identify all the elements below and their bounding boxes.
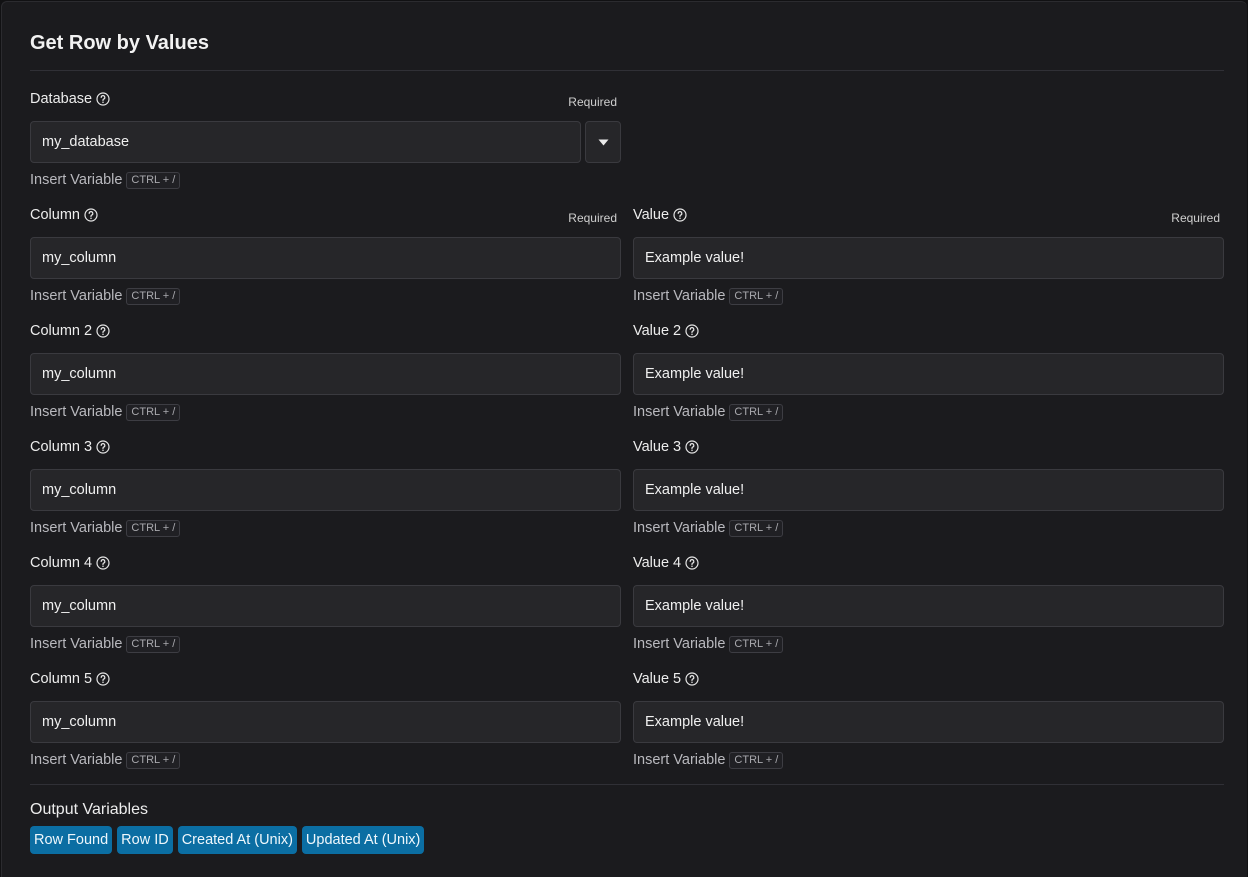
value-5-field: Value 5 Insert Variable CTRL + /	[633, 669, 1224, 769]
shortcut-badge: CTRL + /	[729, 751, 784, 769]
value-3-input[interactable]	[633, 469, 1224, 511]
value-5-input[interactable]	[633, 701, 1224, 743]
value-4-input[interactable]	[633, 585, 1224, 627]
output-chip-created-at[interactable]: Created At (Unix)	[177, 826, 297, 854]
column-3-input[interactable]	[30, 469, 621, 511]
question-circle-icon[interactable]	[96, 324, 110, 338]
value-3-label: Value 3	[633, 437, 699, 457]
value-label: Value	[633, 205, 687, 225]
question-circle-icon[interactable]	[96, 556, 110, 570]
insert-variable-link[interactable]: Insert Variable	[30, 635, 122, 653]
database-field: Database Required Insert Variable CTRL +…	[30, 89, 621, 189]
output-divider	[30, 784, 1224, 785]
insert-variable-link[interactable]: Insert Variable	[633, 751, 725, 769]
value-2-field: Value 2 Insert Variable CTRL + /	[633, 321, 1224, 421]
database-dropdown-button[interactable]	[585, 121, 621, 163]
shortcut-badge: CTRL + /	[126, 519, 181, 537]
value-4-label: Value 4	[633, 553, 699, 573]
database-label: Database	[30, 89, 110, 109]
shortcut-badge: CTRL + /	[729, 403, 784, 421]
column-field: Column Required Insert Variable CTRL + /	[30, 205, 621, 305]
insert-variable-link[interactable]: Insert Variable	[30, 403, 122, 421]
output-variables-list: Row Found Row ID Created At (Unix) Updat…	[30, 826, 425, 854]
value-5-label: Value 5	[633, 669, 699, 689]
output-variables-title: Output Variables	[30, 801, 148, 818]
column-2-field: Column 2 Insert Variable CTRL + /	[30, 321, 621, 421]
required-indicator: Required	[568, 211, 617, 225]
value-label-text: Value	[633, 207, 670, 223]
column-3-field: Column 3 Insert Variable CTRL + /	[30, 437, 621, 537]
shortcut-badge: CTRL + /	[126, 287, 181, 305]
database-label-text: Database	[30, 91, 93, 107]
insert-variable-link[interactable]: Insert Variable	[30, 171, 122, 189]
value-3-label-text: Value 3	[633, 439, 682, 455]
question-circle-icon[interactable]	[673, 208, 687, 222]
question-circle-icon[interactable]	[685, 440, 699, 454]
question-circle-icon[interactable]	[84, 208, 98, 222]
shortcut-badge: CTRL + /	[126, 171, 181, 189]
column-2-label: Column 2	[30, 321, 110, 341]
value-2-label-text: Value 2	[633, 323, 682, 339]
column-2-label-text: Column 2	[30, 323, 93, 339]
column-5-label: Column 5	[30, 669, 110, 689]
question-circle-icon[interactable]	[685, 556, 699, 570]
value-4-label-text: Value 4	[633, 555, 682, 571]
header-divider	[30, 70, 1224, 71]
column-4-label: Column 4	[30, 553, 110, 573]
action-settings-panel: Get Row by Values Database Required Inse…	[1, 1, 1247, 877]
insert-variable-link[interactable]: Insert Variable	[30, 519, 122, 537]
insert-variable-link[interactable]: Insert Variable	[633, 635, 725, 653]
column-5-field: Column 5 Insert Variable CTRL + /	[30, 669, 621, 769]
shortcut-badge: CTRL + /	[126, 751, 181, 769]
insert-variable-link[interactable]: Insert Variable	[633, 519, 725, 537]
column-3-label-text: Column 3	[30, 439, 93, 455]
required-indicator: Required	[1171, 211, 1220, 225]
value-4-field: Value 4 Insert Variable CTRL + /	[633, 553, 1224, 653]
insert-variable-link[interactable]: Insert Variable	[633, 287, 725, 305]
output-chip-row-found[interactable]: Row Found	[30, 826, 113, 854]
question-circle-icon[interactable]	[685, 324, 699, 338]
value-5-label-text: Value 5	[633, 671, 682, 687]
page-title: Get Row by Values	[30, 32, 209, 54]
value-2-label: Value 2	[633, 321, 699, 341]
column-4-label-text: Column 4	[30, 555, 93, 571]
shortcut-badge: CTRL + /	[126, 403, 181, 421]
column-3-label: Column 3	[30, 437, 110, 457]
value-field: Value Required Insert Variable CTRL + /	[633, 205, 1224, 305]
output-chip-updated-at[interactable]: Updated At (Unix)	[301, 826, 425, 854]
column-label-text: Column	[30, 207, 80, 223]
question-circle-icon[interactable]	[96, 440, 110, 454]
column-5-input[interactable]	[30, 701, 621, 743]
caret-down-icon	[598, 139, 608, 145]
column-4-input[interactable]	[30, 585, 621, 627]
column-4-field: Column 4 Insert Variable CTRL + /	[30, 553, 621, 653]
column-input[interactable]	[30, 237, 621, 279]
column-5-label-text: Column 5	[30, 671, 93, 687]
value-input[interactable]	[633, 237, 1224, 279]
column-label: Column	[30, 205, 98, 225]
value-3-field: Value 3 Insert Variable CTRL + /	[633, 437, 1224, 537]
question-circle-icon[interactable]	[96, 92, 110, 106]
insert-variable-link[interactable]: Insert Variable	[30, 751, 122, 769]
required-indicator: Required	[568, 95, 617, 109]
column-2-input[interactable]	[30, 353, 621, 395]
insert-variable-link[interactable]: Insert Variable	[633, 403, 725, 421]
shortcut-badge: CTRL + /	[729, 287, 784, 305]
shortcut-badge: CTRL + /	[729, 635, 784, 653]
question-circle-icon[interactable]	[96, 672, 110, 686]
shortcut-badge: CTRL + /	[126, 635, 181, 653]
database-input[interactable]	[30, 121, 581, 163]
output-chip-row-id[interactable]: Row ID	[117, 826, 173, 854]
insert-variable-link[interactable]: Insert Variable	[30, 287, 122, 305]
question-circle-icon[interactable]	[685, 672, 699, 686]
value-2-input[interactable]	[633, 353, 1224, 395]
shortcut-badge: CTRL + /	[729, 519, 784, 537]
